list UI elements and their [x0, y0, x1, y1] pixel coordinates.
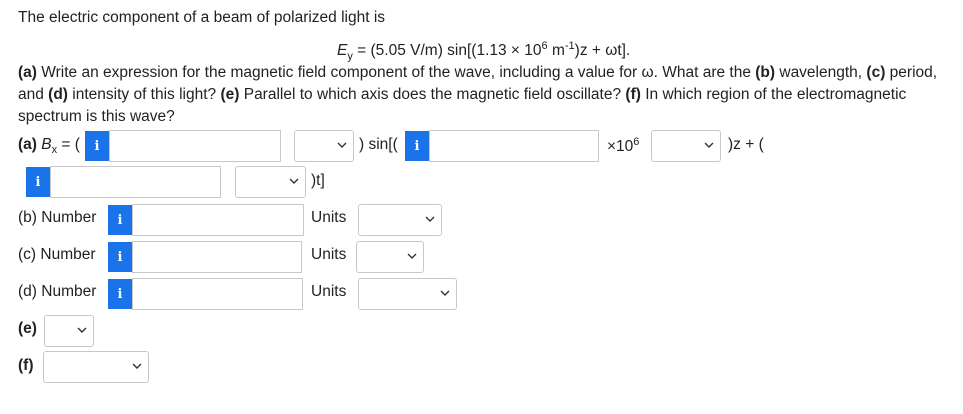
- row-a-label-var: B: [36, 136, 52, 153]
- omega-units-select[interactable]: [235, 166, 306, 198]
- q-e-label: (e): [220, 86, 240, 103]
- q-text-4: intensity of this light?: [67, 86, 221, 103]
- info-icon[interactable]: i: [108, 279, 132, 309]
- z-plus-text: )z + (: [728, 136, 764, 153]
- info-icon[interactable]: i: [108, 242, 132, 272]
- chevron-down-icon: [337, 142, 347, 148]
- q-text-3: period,: [885, 64, 938, 81]
- equation-unit-exp: -1: [564, 40, 575, 52]
- chevron-down-icon: [132, 363, 142, 369]
- row-c-units-label: Units: [311, 246, 347, 263]
- q-text-5: Parallel to which axis does the magnetic…: [239, 86, 626, 103]
- intensity-units-select[interactable]: [358, 278, 457, 310]
- equation-unit: m: [547, 42, 565, 60]
- equation: Ey = (5.05 V/m) sin[(1.13 × 106 m-1)z + …: [337, 40, 630, 62]
- k-units-select[interactable]: [651, 130, 721, 162]
- bx-amplitude-units-select[interactable]: [294, 130, 354, 162]
- q-b-label: (b): [755, 64, 776, 81]
- chevron-down-icon: [440, 290, 450, 296]
- spectrum-region-select[interactable]: [43, 351, 149, 383]
- question-line-2: and (d) intensity of this light? (e) Par…: [18, 86, 906, 104]
- times-ten-text: ×106: [607, 136, 639, 156]
- q-text-and: and: [18, 86, 49, 103]
- info-icon[interactable]: i: [108, 205, 132, 235]
- chevron-down-icon: [407, 253, 417, 259]
- q-text-2: wavelength,: [775, 64, 867, 81]
- row-b-units-label: Units: [311, 209, 347, 226]
- k-coefficient-input[interactable]: [429, 130, 599, 162]
- question-line-3: spectrum is this wave?: [18, 108, 175, 125]
- q-c-label: (c): [866, 64, 886, 81]
- row-a-label-tail: = (: [57, 136, 80, 153]
- equation-tail: )z + ωt].: [574, 42, 631, 60]
- period-units-select[interactable]: [356, 241, 424, 273]
- info-icon[interactable]: i: [26, 167, 50, 197]
- row-d-units-label: Units: [311, 283, 347, 300]
- q-text-1: Write an expression for the magnetic fie…: [36, 64, 756, 81]
- row-c-label: (c) Number: [18, 246, 96, 263]
- row-f-label: (f): [18, 357, 34, 374]
- times-ten-exp: 6: [633, 136, 640, 148]
- equation-rhs: = (5.05 V/m) sin[(1.13 × 10: [352, 42, 542, 60]
- period-number-input[interactable]: [132, 241, 302, 273]
- t-close-text: )t]: [311, 172, 325, 189]
- q-text-6: In which region of the electromagnetic: [640, 86, 907, 103]
- wavelength-number-input[interactable]: [132, 204, 304, 236]
- row-e-label: (e): [18, 320, 37, 337]
- chevron-down-icon: [77, 327, 87, 333]
- bx-amplitude-input[interactable]: [109, 130, 281, 162]
- chevron-down-icon: [704, 142, 714, 148]
- q-f-label: (f): [625, 86, 641, 103]
- omega-input[interactable]: [50, 166, 221, 198]
- row-d-label: (d) Number: [18, 283, 97, 300]
- equation-lhs-var: E: [337, 42, 348, 60]
- row-a-label-bold: (a): [18, 136, 37, 153]
- axis-select[interactable]: [44, 315, 94, 347]
- wavelength-units-select[interactable]: [358, 204, 442, 236]
- sin-text: ) sin[(: [359, 136, 398, 153]
- row-b-label: (b) Number: [18, 209, 97, 226]
- intro-text: The electric component of a beam of pola…: [18, 9, 386, 26]
- question-line-1: (a) Write an expression for the magnetic…: [18, 64, 937, 82]
- q-d-label: (d): [48, 86, 68, 103]
- info-icon[interactable]: i: [405, 131, 429, 161]
- chevron-down-icon: [425, 216, 435, 222]
- row-a-label: (a) Bx = (: [18, 136, 80, 156]
- intensity-number-input[interactable]: [132, 278, 303, 310]
- info-icon[interactable]: i: [85, 131, 109, 161]
- times-ten-base: ×10: [607, 138, 634, 156]
- chevron-down-icon: [289, 178, 299, 184]
- q-a-label: (a): [18, 64, 37, 81]
